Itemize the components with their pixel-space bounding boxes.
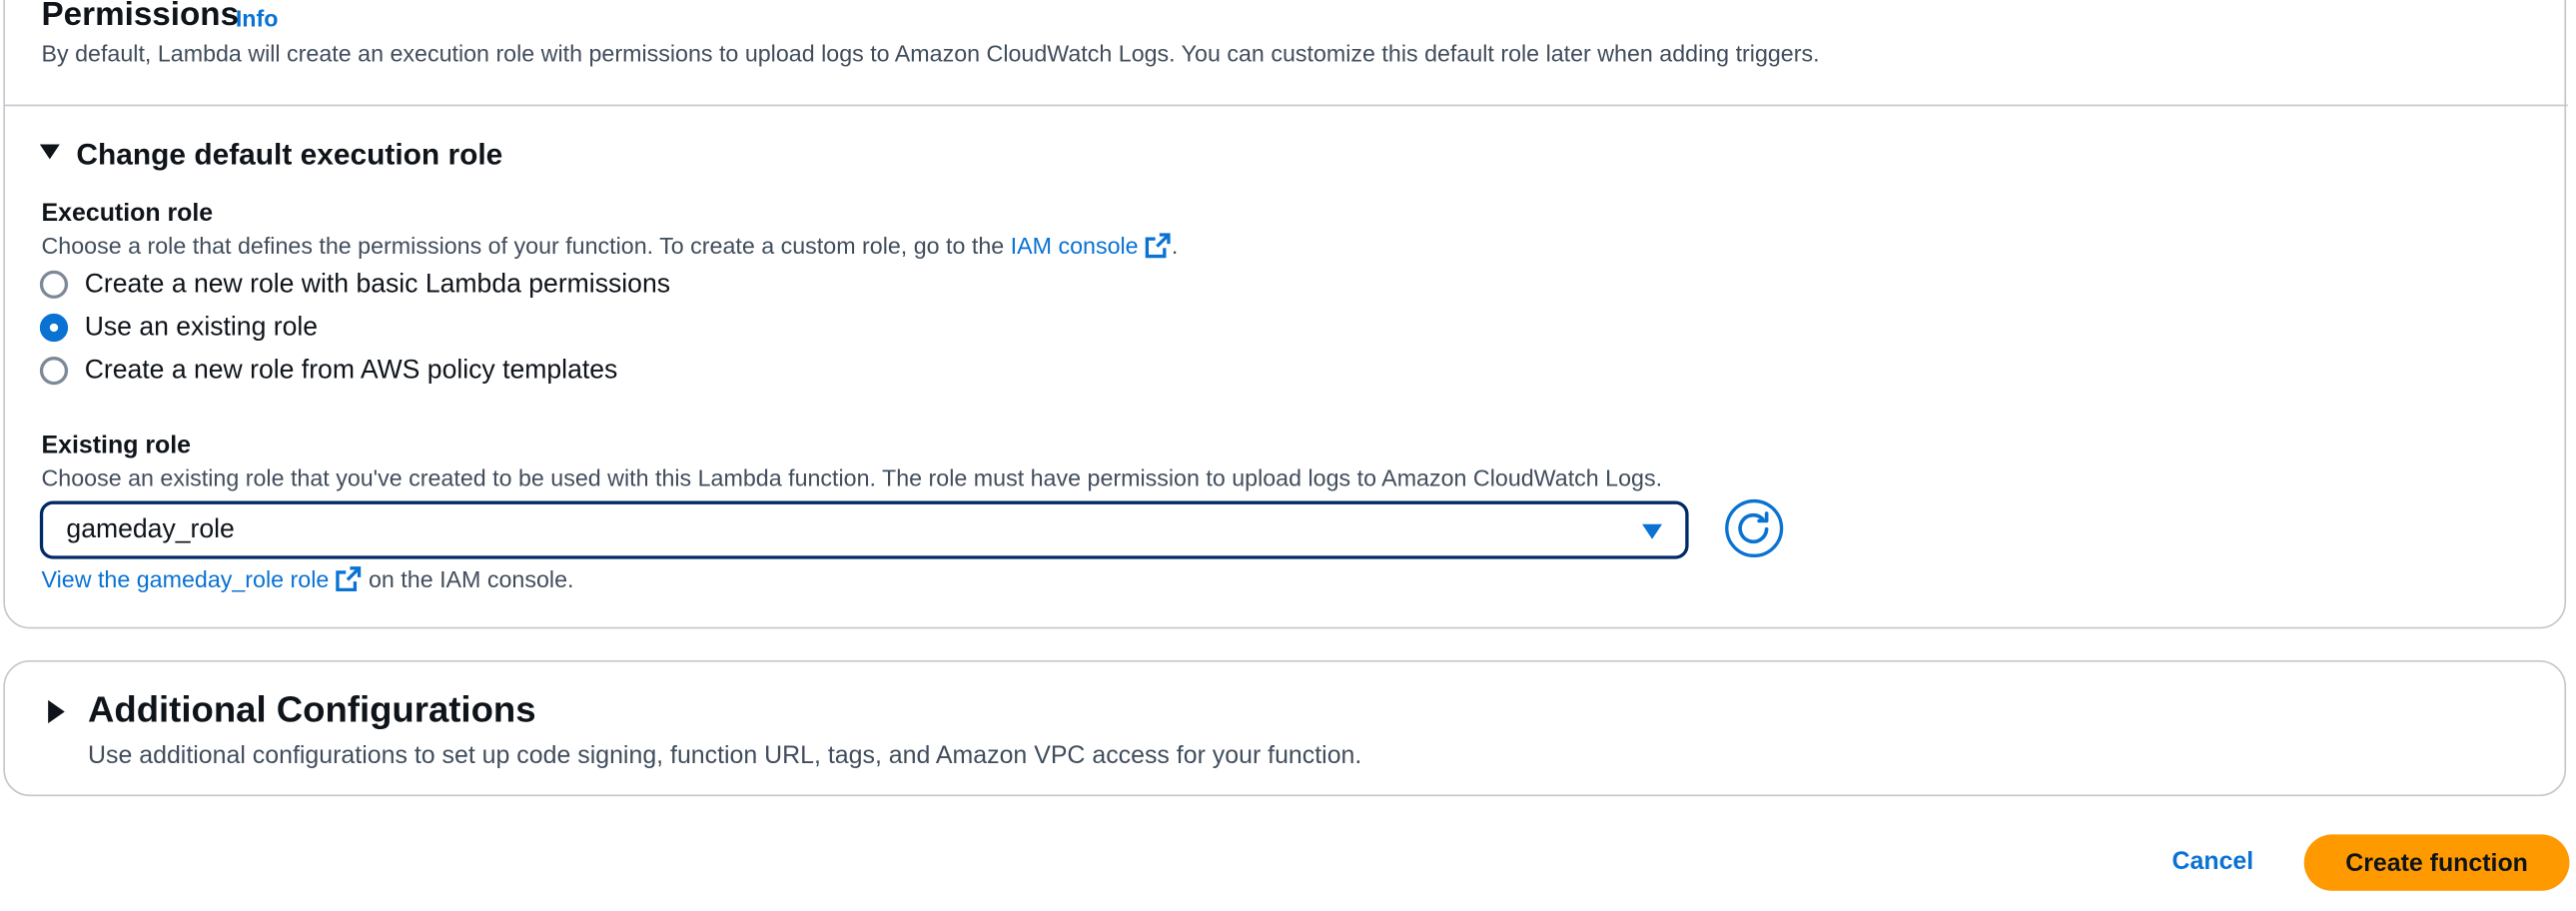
radio-new-role-basic-label[interactable]: Create a new role with basic Lambda perm… [85,271,670,301]
iam-console-link-label: IAM console [1010,232,1139,260]
caret-right-icon[interactable] [48,699,65,724]
cancel-button[interactable]: Cancel [2156,834,2269,889]
view-role-link-label: View the gameday_role role [41,565,330,592]
view-role-line: View the gameday_role role on the IAM co… [42,565,574,592]
caret-down-icon [1642,523,1663,539]
additional-configurations-description: Use additional configurations to set up … [88,741,1362,770]
permissions-heading: Permissions [41,0,240,34]
external-link-icon [336,566,362,592]
caret-down-icon[interactable] [39,144,60,160]
existing-role-select-value: gameday_role [66,515,235,544]
refresh-icon [1738,511,1769,544]
existing-role-label: Existing role [41,431,192,460]
execution-role-label: Execution role [41,199,214,228]
radio-policy-templates-label[interactable]: Create a new role from AWS policy templa… [85,357,618,387]
radio-existing-role[interactable] [39,313,69,343]
lambda-create-function-form: Permissions Info By default, Lambda will… [0,0,2576,911]
refresh-button[interactable] [1725,498,1784,557]
change-default-execution-role-toggle[interactable]: Change default execution role [76,138,502,173]
view-role-suffix: on the IAM console. [368,565,574,592]
existing-role-description: Choose an existing role that you've crea… [41,463,1663,491]
existing-role-select[interactable]: gameday_role [39,500,1689,559]
permissions-description: By default, Lambda will create an execut… [41,39,1820,67]
iam-console-link[interactable]: IAM console [1011,232,1172,259]
external-link-icon [1146,233,1172,259]
view-role-link[interactable]: View the gameday_role role [42,565,363,592]
create-function-button[interactable]: Create function [2303,834,2570,891]
execution-role-description-end: . [1171,232,1179,260]
execution-role-description-text: Choose a role that defines the permissio… [41,232,1005,260]
panel-divider [4,104,2568,107]
radio-existing-role-label[interactable]: Use an existing role [85,314,318,344]
info-link[interactable]: Info [236,5,279,32]
additional-configurations-toggle[interactable]: Additional Configurations [88,688,536,731]
radio-new-role-basic[interactable] [39,270,69,299]
execution-role-description: Choose a role that defines the permissio… [42,232,1179,259]
radio-policy-templates[interactable] [39,357,69,386]
